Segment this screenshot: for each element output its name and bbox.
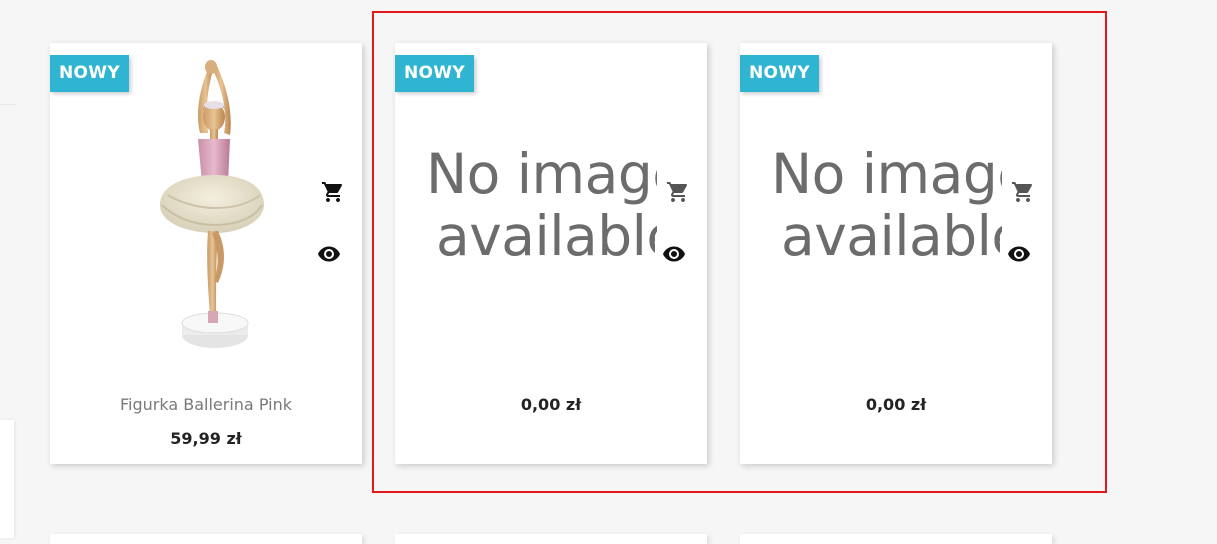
add-to-cart-button[interactable] (1004, 173, 1042, 211)
placeholder-line1: No image (771, 143, 1002, 206)
placeholder-line2: available (781, 204, 1002, 267)
new-badge: NOWY (740, 55, 819, 92)
new-badge: NOWY (395, 55, 474, 92)
product-card[interactable]: No image available NOWY 0,00 zł (740, 43, 1052, 464)
product-title[interactable]: Figurka Ballerina Pink (50, 395, 362, 414)
product-card-next-row[interactable] (740, 534, 1052, 544)
product-price: 0,00 zł (520, 395, 582, 414)
product-card[interactable]: NOWY Figurka Ballerina Pink 59,99 zł (50, 43, 362, 464)
quick-view-button[interactable] (310, 235, 348, 273)
eye-icon (1008, 246, 1030, 262)
cart-icon (1012, 182, 1033, 202)
cart-icon (667, 182, 688, 202)
eye-icon (318, 246, 340, 262)
product-card-next-row[interactable] (50, 534, 362, 544)
product-price: 0,00 zł (865, 395, 927, 414)
quick-view-button[interactable] (1000, 235, 1038, 273)
cart-icon (322, 182, 343, 202)
add-to-cart-button[interactable] (314, 173, 352, 211)
add-to-cart-button[interactable] (659, 173, 697, 211)
product-card[interactable]: No image available NOWY 0,00 zł (395, 43, 707, 464)
product-price: 59,99 zł (170, 429, 242, 448)
placeholder-line1: No image (426, 143, 657, 206)
placeholder-line2: available (436, 204, 657, 267)
product-card-next-row[interactable] (395, 534, 707, 544)
quick-view-button[interactable] (655, 235, 693, 273)
new-badge: NOWY (50, 55, 129, 92)
side-panel (0, 420, 14, 538)
no-image-placeholder: No image available (766, 143, 1002, 267)
eye-icon (663, 246, 685, 262)
no-image-placeholder: No image available (421, 143, 657, 267)
divider (0, 104, 16, 105)
